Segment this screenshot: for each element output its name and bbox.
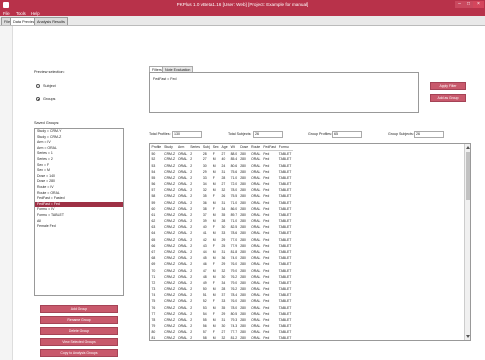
table-cell: 58 bbox=[202, 336, 207, 341]
add-group-button[interactable]: Add Group bbox=[40, 305, 118, 313]
total-profiles-label: Total Profiles: bbox=[149, 132, 171, 136]
table-scrollbar[interactable] bbox=[464, 144, 470, 340]
table-cell: TABLET bbox=[278, 336, 292, 341]
table-cell: TABLET bbox=[278, 151, 292, 156]
radio-groups-label: Groups bbox=[43, 97, 56, 101]
radio-groups[interactable] bbox=[36, 97, 40, 101]
group-profiles-value: 65 bbox=[332, 131, 362, 138]
apply-filter-button[interactable]: Apply Filter bbox=[430, 82, 466, 90]
table-cell: 32 bbox=[221, 336, 226, 341]
table-cell: CRM-Z bbox=[164, 151, 176, 156]
table-cell: CRM-Z bbox=[164, 336, 176, 341]
table-cell: 2 bbox=[190, 336, 193, 341]
group-profiles-label: Group Profiles: bbox=[308, 132, 332, 136]
title-bar: PKPlus 1.0 vBeta1.16 [User: Web] [Projec… bbox=[0, 0, 485, 10]
total-subjects-value: 26 bbox=[253, 131, 283, 138]
group-subjects-value: 26 bbox=[414, 131, 444, 138]
table-cell: 280 bbox=[240, 336, 246, 341]
rename-group-button[interactable]: Rename Group bbox=[40, 316, 118, 324]
scroll-thumb[interactable] bbox=[466, 152, 470, 200]
close-button[interactable]: × bbox=[473, 1, 484, 8]
radio-subject-label: Subject bbox=[43, 84, 56, 88]
profiles-table: Profile Study Arm Series Subj Sex Age Wt… bbox=[150, 144, 293, 341]
main-tab-bar: Files Data Preview Analysis Results bbox=[0, 16, 485, 26]
table-cell: ORAL bbox=[251, 151, 261, 156]
table-cell: 81.2 bbox=[230, 336, 238, 341]
side-strip bbox=[0, 26, 13, 360]
table-cell: ORAL bbox=[251, 336, 261, 341]
table-cell: M bbox=[212, 336, 216, 341]
scroll-up-icon[interactable] bbox=[466, 146, 470, 149]
minimize-button[interactable]: – bbox=[455, 1, 464, 8]
add-as-group-button[interactable]: Add as Group bbox=[430, 94, 466, 102]
menu-help[interactable]: Help bbox=[31, 11, 40, 16]
filter-text: FedFast = Fed bbox=[153, 77, 177, 81]
table-cell: Fed bbox=[263, 336, 270, 341]
table-cell: 81 bbox=[151, 336, 156, 341]
scroll-down-icon[interactable] bbox=[466, 335, 470, 338]
list-item[interactable]: Female Fed bbox=[35, 224, 123, 230]
table-body: 50 CRM-Z ORAL 2 28 F 27 88.0 280 ORAL Fed TABLET 52 C… bbox=[150, 150, 293, 341]
radio-subject[interactable] bbox=[36, 84, 40, 88]
copy-to-analysis-groups-button[interactable]: Copy to Analysis Groups bbox=[40, 349, 118, 357]
tab-analysis-results[interactable]: Analysis Results bbox=[34, 17, 68, 25]
total-profiles-value: 130 bbox=[172, 131, 202, 138]
window-title: PKPlus 1.0 vBeta1.16 [User: Web] [Projec… bbox=[176, 2, 309, 7]
menu-file[interactable]: File bbox=[3, 11, 10, 16]
saved-groups-list[interactable]: Study = CRM-Y Study = CRM-Z Arm = IV Arm… bbox=[34, 128, 124, 296]
data-table[interactable]: Profile Study Arm Series Subj Sex Age Wt… bbox=[149, 143, 471, 341]
saved-groups-label: Saved Groups: bbox=[34, 121, 60, 125]
total-subjects-label: Total Subjects: bbox=[228, 132, 252, 136]
menu-tools[interactable]: Tools bbox=[16, 11, 26, 16]
filter-box[interactable]: FedFast = Fed bbox=[149, 72, 419, 113]
table-cell: ORAL bbox=[178, 151, 188, 156]
delete-group-button[interactable]: Delete Group bbox=[40, 327, 118, 335]
group-subjects-label: Group Subjects: bbox=[388, 132, 414, 136]
preview-selection-label: Preview selection: bbox=[34, 70, 65, 74]
table-cell: ORAL bbox=[178, 336, 188, 341]
view-selected-groups-button[interactable]: View Selected Groups bbox=[40, 338, 118, 346]
table-row[interactable]: 81 CRM-Z ORAL 2 58 M 32 81.2 280 ORAL Fed TABLET bbox=[150, 335, 293, 341]
maximize-button[interactable]: □ bbox=[464, 1, 473, 8]
